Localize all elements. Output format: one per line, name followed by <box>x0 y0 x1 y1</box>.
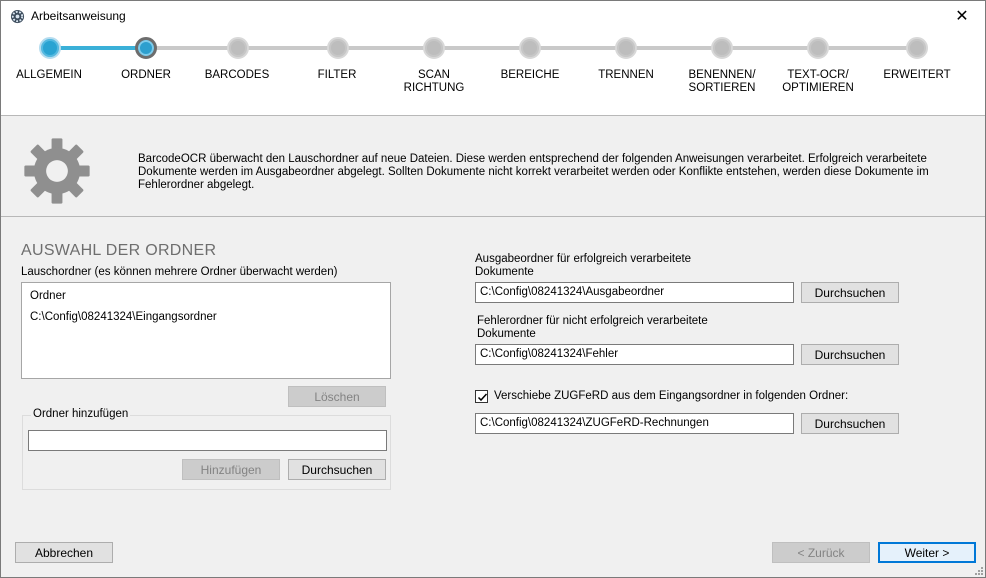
zugferd-folder-field[interactable]: C:\Config\08241324\ZUGFeRD-Rechnungen <box>475 413 794 434</box>
close-icon: ✕ <box>955 8 969 25</box>
step-label: FILTER <box>317 69 357 81</box>
error-folder-field[interactable]: C:\Config\08241324\Fehler <box>475 344 794 365</box>
list-item[interactable]: C:\Config\08241324\Eingangsordner <box>30 311 217 323</box>
add-folder-input[interactable] <box>28 430 387 451</box>
title-bar: Arbeitsanweisung ✕ <box>1 1 985 31</box>
step-label: ERWEITERT <box>883 69 951 81</box>
zugferd-browse-button[interactable]: Durchsuchen <box>801 413 899 434</box>
step-dot-icon <box>807 37 829 59</box>
checkmark-icon <box>477 393 488 402</box>
group-legend: Ordner hinzufügen <box>31 408 131 420</box>
step-label: TRENNEN <box>598 69 654 81</box>
zugferd-checkbox[interactable] <box>475 390 488 403</box>
list-header: Ordner <box>30 290 66 302</box>
next-button[interactable]: Weiter > <box>878 542 976 563</box>
step-dot-icon <box>327 37 349 59</box>
app-gear-icon <box>10 9 25 24</box>
step-dot-icon <box>227 37 249 59</box>
step-label: TEXT-OCR/ OPTIMIEREN <box>782 69 854 94</box>
close-button[interactable]: ✕ <box>939 1 985 31</box>
output-folder-field[interactable]: C:\Config\08241324\Ausgabeordner <box>475 282 794 303</box>
window-title: Arbeitsanweisung <box>31 9 126 23</box>
divider <box>1 216 985 217</box>
dialog-window: Arbeitsanweisung ✕ ALLGEMEIN ORDNER BARC… <box>0 0 986 578</box>
section-title: AUSWAHL DER ORDNER <box>21 242 217 259</box>
error-browse-button[interactable]: Durchsuchen <box>801 344 899 365</box>
error-folder-label: Fehlerordner für nicht erfolgreich verar… <box>477 315 708 340</box>
step-dot-icon <box>135 37 157 59</box>
step-dot-icon <box>906 37 928 59</box>
output-folder-label: Ausgabeordner für erfolgreich verarbeite… <box>475 253 692 278</box>
info-panel: BarcodeOCR überwacht den Lauschordner au… <box>1 116 985 216</box>
zugferd-label[interactable]: Verschiebe ZUGFeRD aus dem Eingangsordne… <box>494 390 848 403</box>
resize-grip-icon[interactable] <box>973 565 983 575</box>
step-label: ORDNER <box>121 69 171 81</box>
watch-folder-label: Lauschordner (es können mehrere Ordner ü… <box>21 266 338 278</box>
info-description: BarcodeOCR überwacht den Lauschordner au… <box>138 153 929 191</box>
step-label: BARCODES <box>204 69 270 81</box>
step-connector-done <box>51 46 147 50</box>
step-dot-icon <box>615 37 637 59</box>
gear-icon <box>24 138 90 204</box>
browse-button[interactable]: Durchsuchen <box>288 459 386 480</box>
step-dot-icon <box>519 37 541 59</box>
step-label: SCAN RICHTUNG <box>403 69 465 94</box>
step-dot-icon <box>711 37 733 59</box>
wizard-stepper: ALLGEMEIN ORDNER BARCODES FILTER SCAN RI… <box>1 31 985 115</box>
step-dot-icon <box>423 37 445 59</box>
delete-button[interactable]: Löschen <box>288 386 386 407</box>
step-label: BEREICHE <box>500 69 560 81</box>
step-label: BENENNEN/ SORTIEREN <box>688 69 756 94</box>
step-label: ALLGEMEIN <box>16 69 82 81</box>
cancel-button[interactable]: Abbrechen <box>15 542 113 563</box>
watch-folder-list[interactable]: Ordner C:\Config\08241324\Eingangsordner <box>21 282 391 379</box>
back-button[interactable]: < Zurück <box>772 542 870 563</box>
output-browse-button[interactable]: Durchsuchen <box>801 282 899 303</box>
add-button[interactable]: Hinzufügen <box>182 459 280 480</box>
step-dot-icon <box>39 37 61 59</box>
